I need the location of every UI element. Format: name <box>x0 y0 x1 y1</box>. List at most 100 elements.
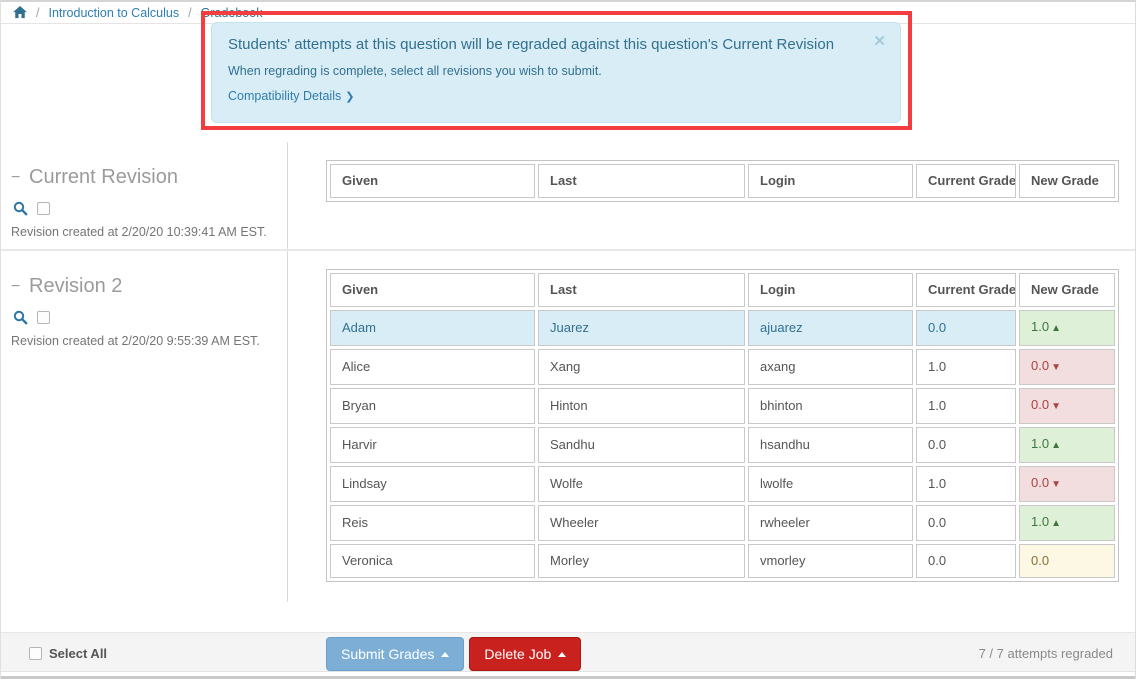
grades-table: GivenLastLoginCurrent GradeNew Grade <box>326 160 1119 202</box>
cell-new-grade: 0.0▼ <box>1019 388 1115 424</box>
student-row[interactable]: BryanHintonbhinton1.00.0▼ <box>330 388 1115 424</box>
close-icon[interactable]: ✕ <box>873 34 886 49</box>
cell-given: Veronica <box>330 544 535 578</box>
up-arrow-icon: ▲ <box>1051 323 1061 334</box>
cell-given: Lindsay <box>330 466 535 502</box>
grades-table: GivenLastLoginCurrent GradeNew Grade Ada… <box>326 269 1119 582</box>
submit-grades-label: Submit Grades <box>341 646 434 662</box>
table-header-row: GivenLastLoginCurrent GradeNew Grade <box>330 164 1115 198</box>
footer-buttons: Submit Grades Delete Job <box>326 637 581 671</box>
compatibility-details-label: Compatibility Details <box>228 89 341 103</box>
footer-bar: Select All Submit Grades Delete Job 7 / … <box>1 632 1135 672</box>
revision-created-text: Revision created at 2/20/20 10:39:41 AM … <box>11 225 277 239</box>
column-header: Last <box>538 164 745 198</box>
breadcrumb-course-link[interactable]: Introduction to Calculus <box>48 6 179 20</box>
caret-up-icon <box>441 652 449 657</box>
down-arrow-icon: ▼ <box>1051 479 1061 490</box>
regrade-job-page: / Introduction to Calculus / Gradebook S… <box>0 0 1136 679</box>
select-all-label: Select All <box>49 646 107 661</box>
cell-last: Sandhu <box>538 427 745 463</box>
column-header: Given <box>330 273 535 307</box>
cell-new-grade: 0.0▼ <box>1019 466 1115 502</box>
column-header: Login <box>748 273 913 307</box>
new-grade-value: 0.0 <box>1031 397 1049 412</box>
cell-given: Adam <box>330 310 535 346</box>
column-header: New Grade <box>1019 273 1115 307</box>
cell-login: vmorley <box>748 544 913 578</box>
cell-login: lwolfe <box>748 466 913 502</box>
cell-last: Wheeler <box>538 505 745 541</box>
revision-info-panel: − Revision 2 Revision created at 2/20/20… <box>1 251 287 602</box>
column-header: Given <box>330 164 535 198</box>
collapse-icon[interactable]: − <box>11 169 29 187</box>
collapse-icon[interactable]: − <box>11 278 29 296</box>
new-grade-value: 1.0 <box>1031 319 1049 334</box>
new-grade-value: 0.0 <box>1031 475 1049 490</box>
cell-current-grade: 0.0 <box>916 427 1016 463</box>
home-icon[interactable] <box>13 6 27 19</box>
student-row[interactable]: ReisWheelerrwheeler0.01.0▲ <box>330 505 1115 541</box>
notification-title: Students' attempts at this question will… <box>228 36 884 53</box>
chevron-right-icon: ❯ <box>345 91 354 103</box>
cell-login: rwheeler <box>748 505 913 541</box>
cell-given: Harvir <box>330 427 535 463</box>
cell-last: Morley <box>538 544 745 578</box>
column-header: Current Grade <box>916 164 1016 198</box>
new-grade-value: 0.0 <box>1031 553 1049 568</box>
cell-last: Juarez <box>538 310 745 346</box>
caret-up-icon <box>558 652 566 657</box>
select-all-checkbox[interactable] <box>29 647 42 660</box>
select-all-control: Select All <box>29 633 107 673</box>
submit-grades-button[interactable]: Submit Grades <box>326 637 464 671</box>
cell-given: Reis <box>330 505 535 541</box>
student-row[interactable]: VeronicaMorleyvmorley0.00.0 <box>330 544 1115 578</box>
revision-title: Revision 2 <box>29 275 122 298</box>
current-revision-section: − Current Revision Revision created at 2… <box>1 142 1135 249</box>
cell-current-grade: 0.0 <box>916 544 1016 578</box>
breadcrumb-separator: / <box>36 6 39 20</box>
up-arrow-icon: ▲ <box>1051 518 1061 529</box>
revision-table-panel: GivenLastLoginCurrent GradeNew Grade Ada… <box>287 251 1135 602</box>
student-row[interactable]: LindsayWolfelwolfe1.00.0▼ <box>330 466 1115 502</box>
revision-checkbox[interactable] <box>37 202 50 215</box>
cell-current-grade: 1.0 <box>916 466 1016 502</box>
search-icon[interactable] <box>13 310 28 325</box>
student-row[interactable]: AdamJuarezajuarez0.0 1.0▲ <box>330 310 1115 346</box>
notification-subtitle: When regrading is complete, select all r… <box>228 64 884 78</box>
new-grade-value: 1.0 <box>1031 436 1049 451</box>
breadcrumb-gradebook-link[interactable]: Gradebook <box>201 6 263 20</box>
cell-login: ajuarez <box>748 310 913 346</box>
column-header: New Grade <box>1019 164 1115 198</box>
cell-given: Bryan <box>330 388 535 424</box>
new-grade-value: 1.0 <box>1031 514 1049 529</box>
up-arrow-icon: ▲ <box>1051 440 1061 451</box>
student-row[interactable]: HarvirSandhuhsandhu0.01.0▲ <box>330 427 1115 463</box>
cell-new-grade: 0.0▼ <box>1019 349 1115 385</box>
cell-current-grade: 0.0 <box>916 505 1016 541</box>
cell-login: hsandhu <box>748 427 913 463</box>
revision-title: Current Revision <box>29 166 178 189</box>
compatibility-details-link[interactable]: Compatibility Details ❯ <box>228 89 884 103</box>
regrade-notification: Students' attempts at this question will… <box>211 22 901 123</box>
revision-table-panel: GivenLastLoginCurrent GradeNew Grade <box>287 142 1135 249</box>
cell-new-grade: 0.0 <box>1019 544 1115 578</box>
new-grade-value: 0.0 <box>1031 358 1049 373</box>
cell-current-grade: 1.0 <box>916 349 1016 385</box>
revision-created-text: Revision created at 2/20/20 9:55:39 AM E… <box>11 334 277 348</box>
cell-new-grade: 1.0▲ <box>1019 505 1115 541</box>
search-icon[interactable] <box>13 201 28 216</box>
cell-last: Xang <box>538 349 745 385</box>
revision-checkbox[interactable] <box>37 311 50 324</box>
breadcrumb: / Introduction to Calculus / Gradebook <box>1 2 1135 24</box>
student-row[interactable]: AliceXangaxang1.00.0▼ <box>330 349 1115 385</box>
column-header: Login <box>748 164 913 198</box>
table-header-row: GivenLastLoginCurrent GradeNew Grade <box>330 273 1115 307</box>
column-header: Last <box>538 273 745 307</box>
cell-given: Alice <box>330 349 535 385</box>
cell-new-grade: 1.0▲ <box>1019 427 1115 463</box>
revision-2-section: − Revision 2 Revision created at 2/20/20… <box>1 251 1135 602</box>
cell-current-grade: 0.0 <box>916 310 1016 346</box>
cell-current-grade: 1.0 <box>916 388 1016 424</box>
delete-job-button[interactable]: Delete Job <box>469 637 581 671</box>
down-arrow-icon: ▼ <box>1051 362 1061 373</box>
